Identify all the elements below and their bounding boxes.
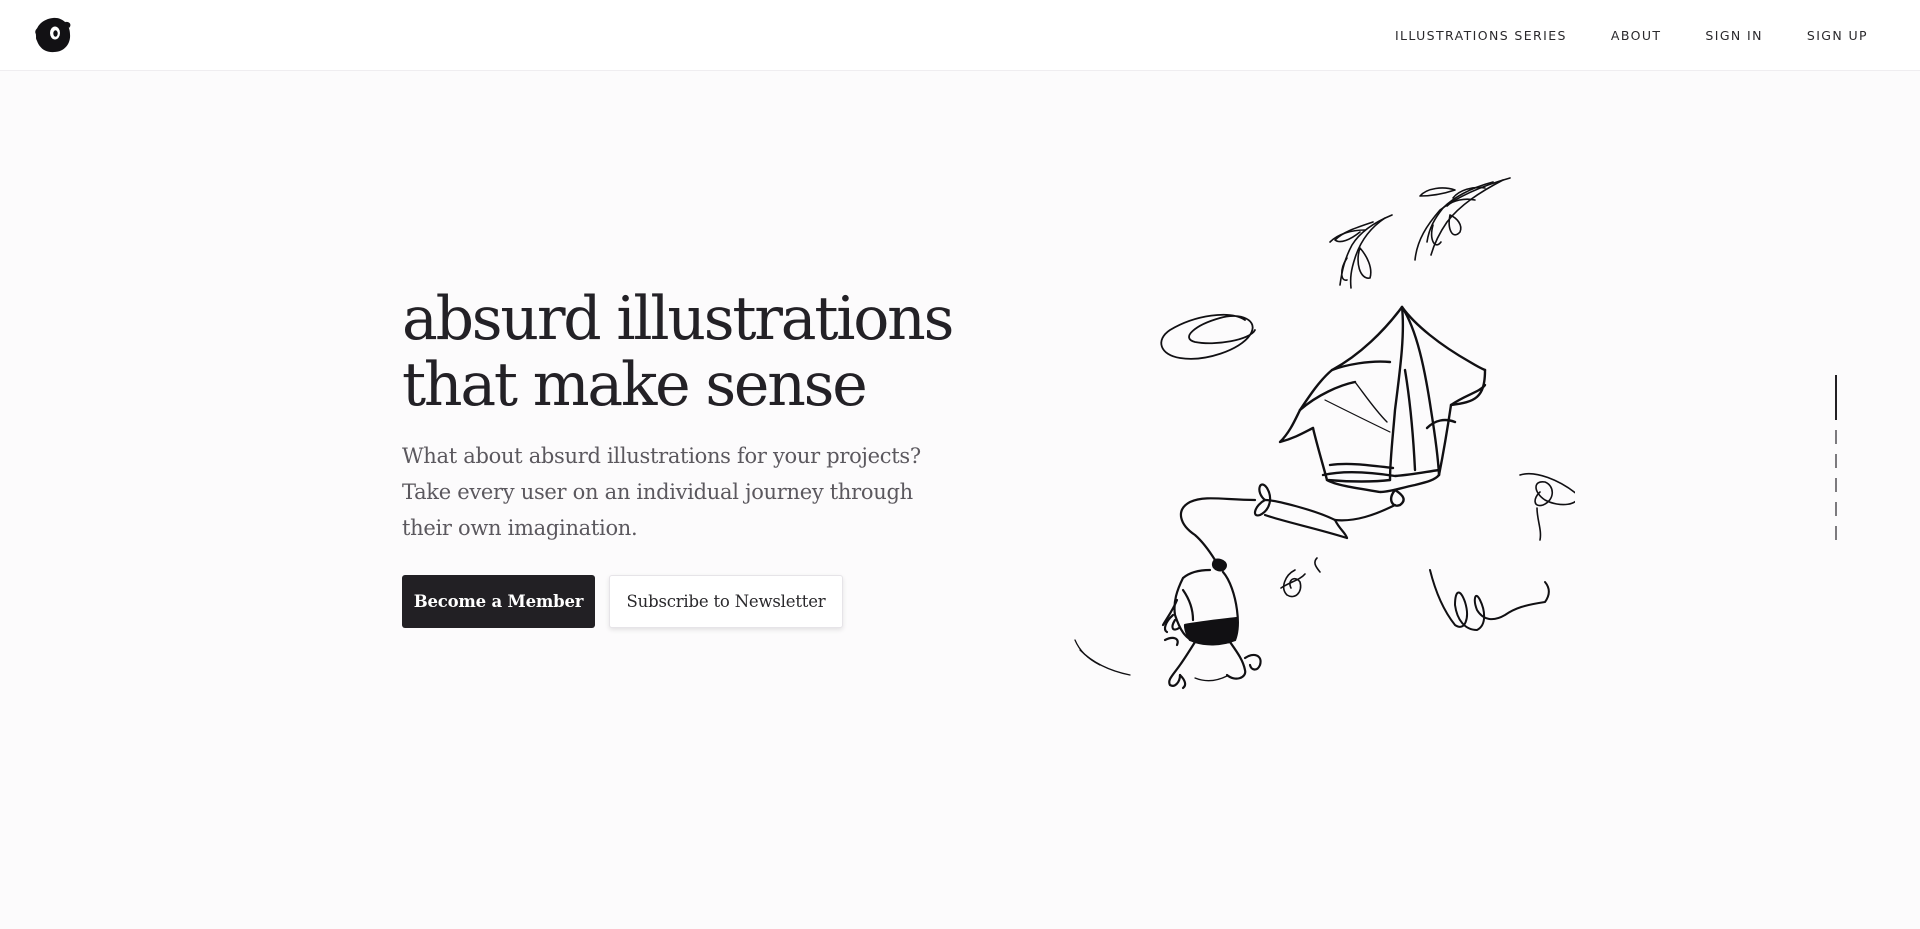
nav-illustrations-series[interactable]: ILLUSTRATIONS SERIES <box>1395 28 1567 43</box>
nav-sign-in[interactable]: SIGN IN <box>1705 28 1762 43</box>
subscribe-newsletter-button[interactable]: Subscribe to Newsletter <box>609 575 843 628</box>
hero-illustration <box>1055 170 1579 690</box>
scroll-indicator-dash[interactable] <box>1835 526 1837 540</box>
section-scroll-indicator[interactable] <box>1835 375 1839 555</box>
scroll-indicator-dash[interactable] <box>1835 454 1837 468</box>
scroll-indicator-dash[interactable] <box>1835 502 1837 516</box>
scroll-indicator-active[interactable] <box>1835 375 1837 420</box>
hero-subtitle-line-1: What about absurd illustrations for your… <box>402 444 921 468</box>
house-kite-icon <box>1278 305 1487 507</box>
bottom-squiggle-icon <box>1429 569 1550 631</box>
logo-icon[interactable] <box>33 15 73 55</box>
right-swirl-icon <box>1519 472 1579 541</box>
top-navigation-bar: ILLUSTRATIONS SERIES ABOUT SIGN IN SIGN … <box>0 0 1920 71</box>
nav-sign-up[interactable]: SIGN UP <box>1807 28 1868 43</box>
swirl-sketch-icon <box>1160 313 1256 360</box>
become-member-button[interactable]: Become a Member <box>402 575 595 628</box>
hero-title-line-1: absurd illustrations <box>402 284 954 354</box>
kite-string-icon <box>1179 483 1397 562</box>
hero-title-line-2: that make sense <box>402 350 868 420</box>
hero-subtitle-line-3: their own imagination. <box>402 516 638 540</box>
bird-sketch-icon <box>1414 177 1511 261</box>
scroll-indicator-dash[interactable] <box>1835 430 1837 444</box>
motion-lines-icon <box>1074 639 1228 682</box>
hero-subtitle-line-2: Take every user on an individual journey… <box>402 480 913 504</box>
main-nav: ILLUSTRATIONS SERIES ABOUT SIGN IN SIGN … <box>1395 0 1868 70</box>
walking-character-icon <box>1161 558 1262 690</box>
hero-title: absurd illustrations that make sense <box>402 286 1002 418</box>
hero-subtitle: What about absurd illustrations for your… <box>402 438 962 546</box>
nav-about[interactable]: ABOUT <box>1611 28 1662 43</box>
scroll-indicator-dash[interactable] <box>1835 478 1837 492</box>
bird-sketch-icon <box>1329 214 1393 289</box>
small-swirl-icon <box>1280 557 1321 598</box>
